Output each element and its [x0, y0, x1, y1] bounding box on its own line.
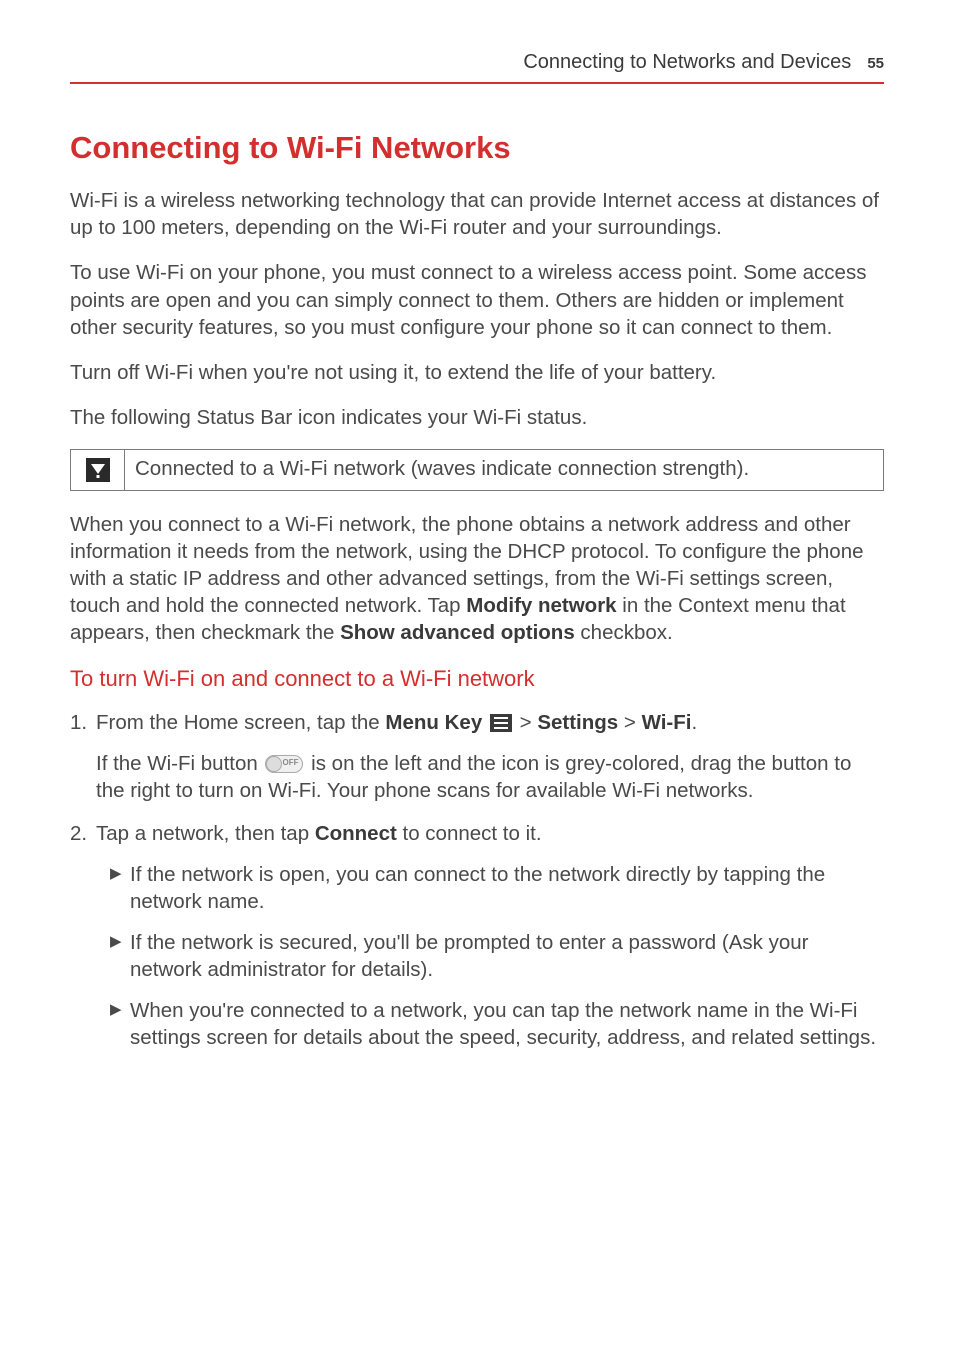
dhcp-para: When you connect to a Wi-Fi network, the… [70, 511, 884, 646]
bullet-arrow-icon: ▶ [110, 932, 122, 952]
step-1-number: 1. [70, 709, 87, 736]
settings-label: Settings [537, 711, 618, 734]
step-1-text-1: From the Home screen, tap the [96, 711, 385, 734]
bullet-3: ▶ When you're connected to a network, yo… [70, 997, 884, 1051]
status-icon-table: Connected to a Wi-Fi network (waves indi… [70, 449, 884, 491]
wifi-label: Wi-Fi [642, 711, 692, 734]
bullet-arrow-icon: ▶ [110, 1000, 122, 1020]
dhcp-text-3: checkbox. [575, 621, 673, 644]
bullet-1: ▶ If the network is open, you can connec… [70, 861, 884, 915]
menu-key-label: Menu Key [385, 711, 488, 734]
step-1-period: . [691, 711, 697, 734]
page-number: 55 [867, 53, 884, 74]
bullet-arrow-icon: ▶ [110, 864, 122, 884]
step-2: 2. Tap a network, then tap Connect to co… [70, 820, 884, 847]
modify-network-label: Modify network [466, 594, 616, 617]
step-2-text-1: Tap a network, then tap [96, 822, 315, 845]
step1-sub-text-1: If the Wi-Fi button [96, 752, 263, 775]
wifi-toggle-off-icon [265, 755, 303, 773]
bullet-1-text: If the network is open, you can connect … [130, 863, 825, 913]
page-title: Connecting to Wi-Fi Networks [70, 126, 884, 169]
step-1-sep-2: > [618, 711, 641, 734]
connect-label: Connect [315, 822, 397, 845]
intro-para-1: Wi-Fi is a wireless networking technolog… [70, 187, 884, 241]
header-title: Connecting to Networks and Devices [523, 48, 851, 76]
intro-para-3: Turn off Wi-Fi when you're not using it,… [70, 359, 884, 386]
wifi-connected-icon [86, 458, 110, 482]
step-1-sep-1: > [514, 711, 537, 734]
bullet-2: ▶ If the network is secured, you'll be p… [70, 929, 884, 983]
intro-para-2: To use Wi-Fi on your phone, you must con… [70, 259, 884, 340]
show-advanced-options-label: Show advanced options [340, 621, 575, 644]
page-header: Connecting to Networks and Devices 55 [70, 48, 884, 84]
bullet-2-text: If the network is secured, you'll be pro… [130, 931, 808, 981]
step-1: 1. From the Home screen, tap the Menu Ke… [70, 709, 884, 736]
section-subtitle: To turn Wi-Fi on and connect to a Wi-Fi … [70, 664, 884, 695]
menu-key-icon [490, 714, 512, 732]
step-2-text-2: to connect to it. [397, 822, 542, 845]
intro-para-4: The following Status Bar icon indicates … [70, 404, 884, 431]
step-2-number: 2. [70, 820, 87, 847]
step-1-substep: If the Wi-Fi button is on the left and t… [70, 750, 884, 804]
status-text: Connected to a Wi-Fi network (waves indi… [125, 450, 883, 490]
status-icon-cell [71, 450, 125, 490]
bullet-3-text: When you're connected to a network, you … [130, 999, 876, 1049]
